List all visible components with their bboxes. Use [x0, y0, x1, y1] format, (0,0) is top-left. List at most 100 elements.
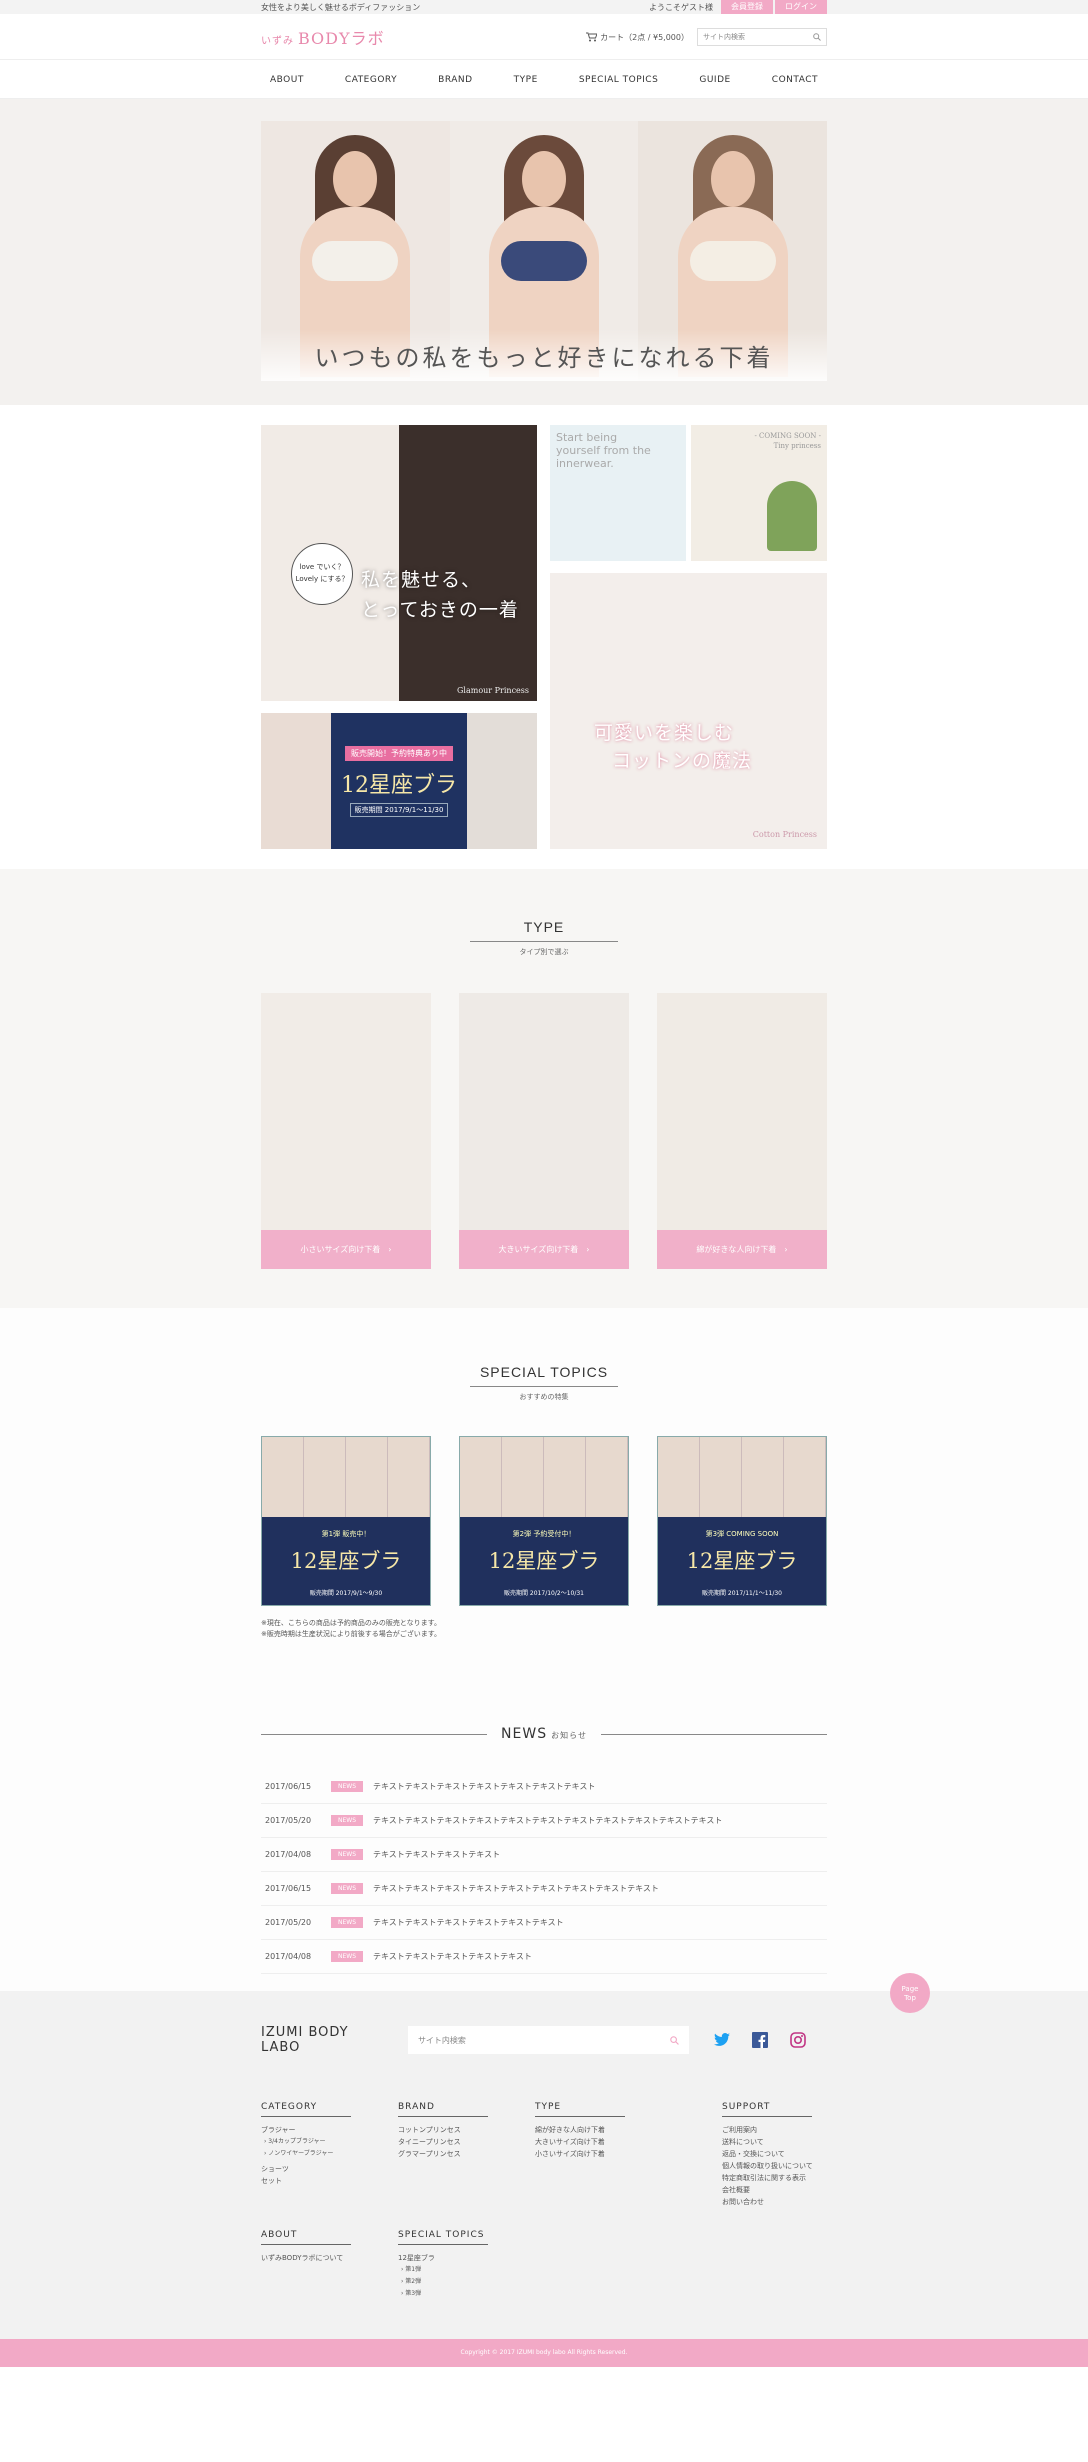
news-item[interactable]: 2017/05/20 NEWS テキストテキストテキストテキストテキストテキストテキ…	[261, 1804, 827, 1838]
login-button[interactable]: ログイン	[775, 0, 827, 14]
page-top-label: Top	[904, 1994, 916, 2002]
special-banner-1[interactable]: 第1弾 販売中！ 12星座ブラ 販売期間 2017/9/1〜9/30	[261, 1436, 431, 1606]
footer-link[interactable]: 12星座ブラ	[398, 2252, 488, 2264]
banner-date: 販売期間 2017/10/2〜10/31	[504, 1590, 584, 1597]
footer-link[interactable]: いずみBODYラボについて	[261, 2252, 351, 2264]
footer-link[interactable]: › 第1弾	[398, 2264, 488, 2276]
footer-link[interactable]: ブラジャー	[261, 2124, 351, 2136]
promo-text-line: innerwear.	[556, 457, 614, 470]
welcome-text: ようこそゲスト様	[649, 2, 713, 12]
footer-link[interactable]: 返品・交換について	[722, 2148, 813, 2160]
type-card-small[interactable]: 小さいサイズ向け下着 ›	[261, 993, 431, 1269]
footer-link[interactable]: 特定商取引法に関する表示	[722, 2172, 813, 2184]
note-line: ※現在、こちらの商品は予約商品のみの販売となります。	[261, 1619, 441, 1627]
header-search-input[interactable]: サイト内検索	[697, 28, 827, 46]
site-footer: Page Top IZUMI BODY LABO サイト内検索 CATEGORY…	[0, 1973, 1088, 2367]
footer-link[interactable]: › ノンワイヤーブラジャー	[261, 2148, 351, 2160]
type-card-large[interactable]: 大きいサイズ向け下着 ›	[459, 993, 629, 1269]
nav-about[interactable]: ABOUT	[270, 75, 304, 85]
news-item[interactable]: 2017/04/08 NEWS テキストテキストテキストテキスト	[261, 1838, 827, 1872]
news-text: テキストテキストテキストテキストテキストテキスト	[373, 1918, 564, 1927]
footer-heading: TYPE	[535, 2101, 625, 2117]
footer-link[interactable]: 送料について	[722, 2136, 813, 2148]
copyright: Copyright © 2017 IZUMI body labo All Rig…	[0, 2339, 1088, 2367]
logo-main-text: BODYラボ	[298, 29, 385, 48]
news-date: 2017/05/20	[265, 1918, 312, 1927]
nav-contact[interactable]: CONTACT	[772, 75, 818, 85]
promo-copy: 可愛いを楽しむ コットンの魔法	[594, 719, 752, 775]
promo-cotton-princess[interactable]: 可愛いを楽しむ コットンの魔法 Cotton Princess	[550, 573, 827, 849]
promo-innerwear[interactable]: Start being yourself from the innerwear.	[550, 425, 686, 561]
type-card-cotton[interactable]: 綿が好きな人向け下着 ›	[657, 993, 827, 1269]
news-badge: NEWS	[331, 1917, 364, 1928]
footer-category: CATEGORY ブラジャー › 3/4カップブラジャー › ノンワイヤーブラジ…	[261, 2101, 351, 2187]
nav-type[interactable]: TYPE	[514, 75, 538, 85]
news-item[interactable]: 2017/06/15 NEWS テキストテキストテキストテキストテキストテキストテキ…	[261, 1770, 827, 1804]
global-nav: ABOUT CATEGORY BRAND TYPE SPECIAL TOPICS…	[0, 60, 1088, 99]
footer-search-input[interactable]: サイト内検索	[407, 2026, 689, 2054]
logo-small-text: いずみ	[261, 36, 294, 47]
footer-link[interactable]: › 第3弾	[398, 2288, 488, 2300]
footer-heading: CATEGORY	[261, 2101, 351, 2117]
footer-link[interactable]: › 第2弾	[398, 2276, 488, 2288]
news-text: テキストテキストテキストテキスト	[373, 1850, 501, 1859]
news-text: テキストテキストテキストテキストテキストテキストテキストテキストテキストテキスト…	[373, 1816, 723, 1825]
nav-brand[interactable]: BRAND	[438, 75, 472, 85]
section-title: TYPE	[523, 919, 565, 935]
news-title: NEWS お知らせ	[501, 1726, 587, 1742]
footer-link[interactable]: お問い合わせ	[722, 2196, 813, 2208]
promo-text: Start being yourself from the innerwear.	[556, 431, 651, 470]
footer-link[interactable]: 大きいサイズ向け下着	[535, 2136, 625, 2148]
news-item[interactable]: 2017/06/15 NEWS テキストテキストテキストテキストテキストテキストテキ…	[261, 1872, 827, 1906]
nav-special-topics[interactable]: SPECIAL TOPICS	[579, 75, 658, 85]
search-icon[interactable]	[813, 33, 821, 41]
footer-link[interactable]: 会社概要	[722, 2184, 813, 2196]
footer-link[interactable]: 個人情報の取り扱いについて	[722, 2160, 813, 2172]
instagram-icon[interactable]	[789, 2031, 807, 2049]
site-logo[interactable]: いずみ BODYラボ	[261, 25, 385, 49]
footer-heading: SUPPORT	[722, 2101, 812, 2117]
footer-link[interactable]: › 3/4カップブラジャー	[261, 2136, 351, 2148]
page-top-button[interactable]: Page Top	[890, 1973, 930, 2013]
site-header: いずみ BODYラボ カート（2点 / ¥5,000） サイト内検索	[0, 14, 1088, 60]
promo-glamour-princess[interactable]: love でいく？ Lovely にする？ 私を魅せる、 とっておきの一着 Gl…	[261, 425, 537, 701]
special-banner-3[interactable]: 第3弾 COMING SOON 12星座ブラ 販売期間 2017/11/1〜11…	[657, 1436, 827, 1606]
footer-link[interactable]: コットンプリンセス	[398, 2124, 488, 2136]
banner-title: 12星座ブラ	[686, 1549, 798, 1573]
facebook-icon[interactable]	[751, 2031, 769, 2049]
news-title-text: NEWS	[501, 1726, 548, 1742]
hero-image[interactable]: いつもの私をもっと好きになれる下着	[261, 121, 827, 381]
news-text: テキストテキストテキストテキストテキストテキストテキスト	[373, 1782, 596, 1791]
banner-tag: 第1弾 販売中！	[321, 1530, 371, 1538]
footer-link[interactable]: 綿が好きな人向け下着	[535, 2124, 625, 2136]
footer-logo[interactable]: IZUMI BODY LABO	[261, 2025, 386, 2055]
promo-copy: 私を魅せる、 とっておきの一着	[361, 565, 519, 625]
promo-tiny-princess[interactable]: - COMING SOON - Tiny princess	[691, 425, 827, 561]
nav-guide[interactable]: GUIDE	[699, 75, 730, 85]
news-date: 2017/04/08	[265, 1952, 312, 1961]
promo-zodiac-bra[interactable]: 販売開始！予約特典あり中 12星座ブラ 販売期間 2017/9/1〜11/30	[261, 713, 537, 849]
footer-link[interactable]: グラマープリンセス	[398, 2148, 488, 2160]
news-item[interactable]: 2017/04/08 NEWS テキストテキストテキストテキストテキスト	[261, 1940, 827, 1974]
footer-about: ABOUT いずみBODYラボについて	[261, 2229, 351, 2264]
promo-text: - COMING SOON - Tiny princess	[754, 431, 821, 451]
news-text: テキストテキストテキストテキストテキストテキストテキストテキストテキスト	[373, 1884, 659, 1893]
footer-link[interactable]: ショーツ	[261, 2163, 351, 2175]
nav-category[interactable]: CATEGORY	[345, 75, 397, 85]
news-item[interactable]: 2017/05/20 NEWS テキストテキストテキストテキストテキストテキスト	[261, 1906, 827, 1940]
cart-link[interactable]: カート（2点 / ¥5,000）	[586, 32, 689, 43]
search-icon[interactable]	[670, 2035, 679, 2045]
footer-link[interactable]: 小さいサイズ向け下着	[535, 2148, 625, 2160]
register-button[interactable]: 会員登録	[721, 0, 773, 14]
cart-summary: カート（2点 / ¥5,000）	[600, 32, 689, 42]
footer-link[interactable]: タイニープリンセス	[398, 2136, 488, 2148]
section-subtitle: タイプ別で選ぶ	[519, 948, 569, 956]
special-banner-2[interactable]: 第2弾 予約受付中！ 12星座ブラ 販売期間 2017/10/2〜10/31	[459, 1436, 629, 1606]
footer-link[interactable]: ご利用案内	[722, 2124, 813, 2136]
footer-link[interactable]: セット	[261, 2175, 351, 2187]
promo-section: love でいく？ Lovely にする？ 私を魅せる、 とっておきの一着 Gl…	[0, 405, 1088, 869]
twitter-icon[interactable]	[713, 2031, 731, 2049]
type-card-label: 大きいサイズ向け下着 ›	[459, 1230, 629, 1269]
banner-date: 販売期間 2017/11/1〜11/30	[702, 1590, 782, 1597]
footer-columns: CATEGORY ブラジャー › 3/4カップブラジャー › ノンワイヤーブラジ…	[261, 2101, 827, 2311]
